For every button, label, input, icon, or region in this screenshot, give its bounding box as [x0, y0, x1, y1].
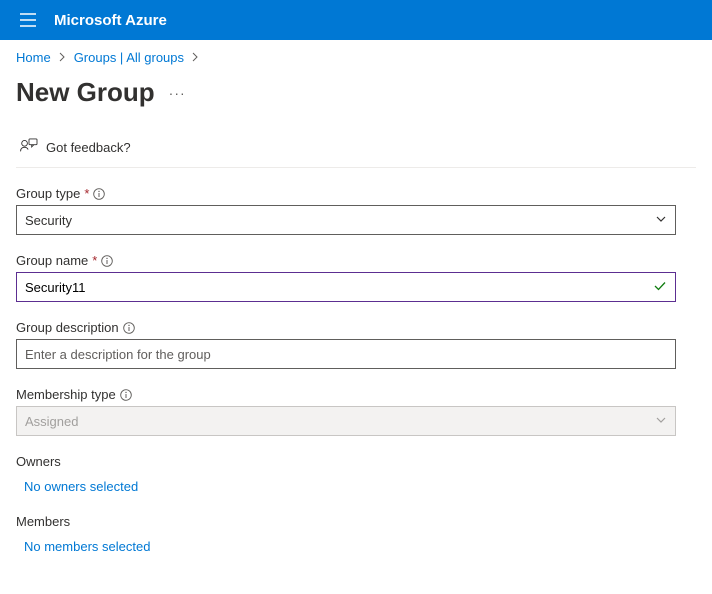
feedback-icon: [20, 138, 38, 157]
group-description-label-row: Group description: [16, 320, 696, 335]
brand-label: Microsoft Azure: [54, 12, 167, 29]
members-section: Members No members selected: [16, 514, 696, 574]
breadcrumb-groups[interactable]: Groups | All groups: [74, 50, 184, 65]
group-name-label: Group name: [16, 253, 88, 268]
group-name-label-row: Group name *: [16, 253, 696, 268]
owners-section: Owners No owners selected: [16, 454, 696, 514]
page-title: New Group: [16, 77, 155, 108]
group-description-input-wrapper: [16, 339, 676, 369]
breadcrumb-home[interactable]: Home: [16, 50, 51, 65]
more-actions-button[interactable]: ···: [169, 85, 186, 101]
hamburger-menu-button[interactable]: [8, 0, 48, 40]
info-icon[interactable]: [93, 188, 105, 200]
breadcrumb: Home Groups | All groups: [16, 50, 696, 65]
membership-type-label-row: Membership type: [16, 387, 696, 402]
membership-type-label: Membership type: [16, 387, 116, 402]
feedback-button[interactable]: Got feedback?: [16, 138, 696, 168]
hamburger-icon: [20, 13, 36, 27]
group-type-value: Security: [25, 213, 72, 228]
owners-heading: Owners: [16, 454, 696, 469]
membership-type-field: Membership type Assigned: [16, 387, 696, 436]
info-icon[interactable]: [101, 255, 113, 267]
membership-type-value: Assigned: [25, 414, 78, 429]
group-type-field: Group type * Security: [16, 186, 696, 235]
chevron-right-icon: [59, 50, 66, 65]
required-asterisk: *: [92, 253, 97, 268]
valid-check-icon: [653, 279, 667, 296]
chevron-right-icon: [192, 50, 199, 65]
owners-link[interactable]: No owners selected: [24, 479, 138, 494]
group-type-label-row: Group type *: [16, 186, 696, 201]
group-name-field: Group name *: [16, 253, 696, 302]
group-type-label: Group type: [16, 186, 80, 201]
info-icon[interactable]: [120, 389, 132, 401]
group-description-label: Group description: [16, 320, 119, 335]
chevron-down-icon: [655, 213, 667, 228]
members-link[interactable]: No members selected: [24, 539, 150, 554]
info-icon[interactable]: [123, 322, 135, 334]
group-name-input-wrapper: [16, 272, 676, 302]
group-description-input[interactable]: [25, 340, 667, 368]
chevron-down-icon: [655, 414, 667, 429]
top-bar: Microsoft Azure: [0, 0, 712, 40]
group-name-input[interactable]: [25, 273, 653, 301]
group-description-field: Group description: [16, 320, 696, 369]
required-asterisk: *: [84, 186, 89, 201]
membership-type-select: Assigned: [16, 406, 676, 436]
members-heading: Members: [16, 514, 696, 529]
page-title-row: New Group ···: [16, 77, 696, 108]
group-type-select[interactable]: Security: [16, 205, 676, 235]
feedback-label: Got feedback?: [46, 140, 131, 155]
